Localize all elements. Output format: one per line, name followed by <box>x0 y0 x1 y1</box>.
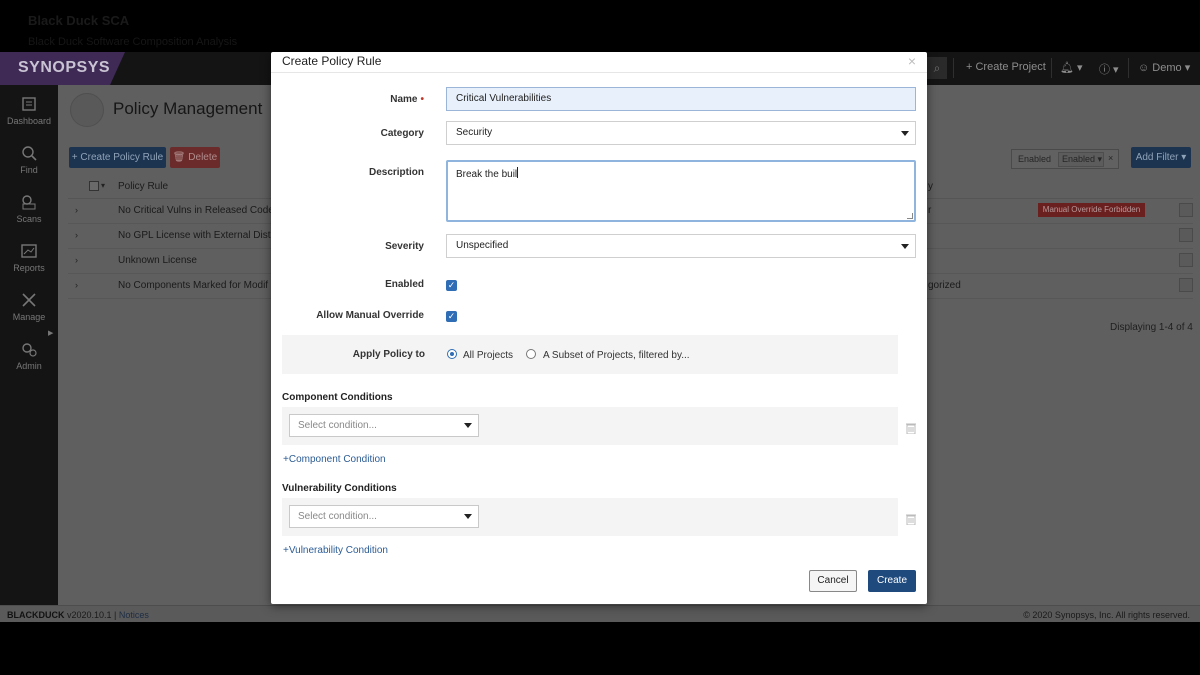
footer: BLACKDUCK v2020.10.1 | Notices © 2020 Sy… <box>0 605 1200 622</box>
caret-down-icon <box>464 514 472 519</box>
page-title: Policy Management <box>113 99 263 118</box>
expand-icon[interactable]: › <box>75 280 78 290</box>
sidebar-item-scans[interactable]: Scans <box>0 193 58 224</box>
archive-icon <box>70 93 104 127</box>
sidebar: Dashboard Find Scans Reports Manage ▶ Ad… <box>0 85 58 622</box>
category-select[interactable]: Security <box>446 121 916 145</box>
sidebar-item-find[interactable]: Find <box>0 144 58 175</box>
column-header-policy-rule[interactable]: Policy Rule <box>118 181 168 192</box>
tools-icon <box>22 293 36 307</box>
row-menu-button[interactable] <box>1179 253 1193 267</box>
expand-icon[interactable]: › <box>75 205 78 215</box>
component-conditions-title: Component Conditions <box>282 392 393 403</box>
divider <box>953 58 954 78</box>
bell-icon[interactable]: 🔔︎ ▾ <box>1060 61 1083 74</box>
sidebar-item-dashboard[interactable]: Dashboard <box>0 95 58 126</box>
severity-label: Severity <box>385 241 424 252</box>
row-menu-button[interactable] <box>1179 278 1193 292</box>
trash-icon[interactable] <box>906 422 916 434</box>
apply-policy-section: Apply Policy to All Projects A Subset of… <box>282 335 898 374</box>
video-subtitle: Black Duck Software Composition Analysis <box>28 36 238 48</box>
component-condition-row: Select condition... <box>282 407 898 445</box>
expand-icon[interactable]: › <box>75 255 78 265</box>
copyright: © 2020 Synopsys, Inc. All rights reserve… <box>1023 610 1190 620</box>
close-icon[interactable]: × <box>908 54 916 68</box>
dashboard-icon <box>22 97 36 111</box>
caret-down-icon <box>464 423 472 428</box>
gears-icon <box>22 343 37 357</box>
subset-projects-label[interactable]: A Subset of Projects, filtered by... <box>543 350 690 361</box>
vulnerability-condition-select[interactable]: Select condition... <box>289 505 479 528</box>
apply-policy-label: Apply Policy to <box>352 349 425 360</box>
footer-brand: BLACKDUCK <box>7 610 65 620</box>
name-field[interactable]: Critical Vulnerabilities <box>446 87 916 111</box>
pagination-summary: Displaying 1-4 of 4 <box>1110 322 1193 333</box>
divider <box>1128 58 1129 78</box>
vulnerability-conditions-title: Vulnerability Conditions <box>282 483 397 494</box>
search-icon <box>22 146 37 161</box>
cancel-button[interactable]: Cancel <box>809 570 857 592</box>
name-label: Name • <box>390 94 424 105</box>
text-cursor <box>517 167 519 178</box>
create-button[interactable]: Create <box>868 570 916 592</box>
chevron-right-icon: ▶ <box>48 330 54 337</box>
enabled-label: Enabled <box>385 279 424 290</box>
all-projects-radio[interactable] <box>447 349 457 359</box>
row-menu-button[interactable] <box>1179 228 1193 242</box>
video-title: Black Duck SCA <box>28 13 130 28</box>
scans-icon <box>22 195 36 210</box>
footer-version: v2020.10.1 | <box>67 610 117 620</box>
resize-handle[interactable] <box>907 213 913 219</box>
add-component-condition-link[interactable]: +Component Condition <box>283 454 386 465</box>
column-header-right: y <box>928 181 933 192</box>
screen-frame: Black Duck SCA Black Duck Software Compo… <box>0 0 1200 675</box>
synopsys-logo[interactable]: SYNOPSYS <box>0 52 125 85</box>
dialog-title: Create Policy Rule <box>282 54 382 68</box>
caret-down-icon <box>901 244 909 249</box>
sidebar-item-admin[interactable]: Admin <box>0 340 58 371</box>
caret-down-icon <box>901 131 909 136</box>
enabled-checkbox[interactable]: ✓ <box>446 280 457 291</box>
category-label: Category <box>380 128 424 139</box>
description-label: Description <box>368 167 424 178</box>
all-projects-label[interactable]: All Projects <box>463 350 513 361</box>
sidebar-item-reports[interactable]: Reports <box>0 242 58 273</box>
create-policy-rule-button[interactable]: + Create Policy Rule <box>69 147 166 168</box>
divider <box>271 72 927 73</box>
reports-icon <box>21 244 37 258</box>
clear-filter-icon[interactable]: × <box>1108 153 1113 163</box>
dialog-header: Create Policy Rule × <box>271 52 927 71</box>
component-condition-select[interactable]: Select condition... <box>289 414 479 437</box>
expand-icon[interactable]: › <box>75 230 78 240</box>
notices-link[interactable]: Notices <box>119 610 149 620</box>
status-badge: Manual Override Forbidden <box>1038 203 1145 217</box>
description-field[interactable]: Break the buil <box>446 160 916 222</box>
create-project-button[interactable]: + Create Project <box>966 61 1046 73</box>
allow-manual-override-checkbox[interactable]: ✓ <box>446 311 457 322</box>
severity-select[interactable]: Unspecified <box>446 234 916 258</box>
row-menu-button[interactable] <box>1179 203 1193 217</box>
enabled-filter[interactable]: Enabled Enabled ▾ × <box>1011 149 1119 169</box>
filter-value-select[interactable]: Enabled ▾ <box>1058 152 1104 167</box>
delete-button[interactable]: 🗑︎ Delete <box>170 147 220 168</box>
create-policy-rule-dialog: Create Policy Rule × Name • Critical Vuln… <box>271 52 927 604</box>
select-all-checkbox[interactable] <box>89 181 99 191</box>
chevron-down-icon[interactable]: ▾ <box>101 181 105 190</box>
sidebar-item-manage[interactable]: Manage <box>0 291 58 322</box>
user-menu[interactable]: ☺ Demo ▾ <box>1138 61 1190 74</box>
allow-manual-override-label: Allow Manual Override <box>316 310 424 321</box>
search-icon[interactable]: ⌕ <box>927 57 947 79</box>
help-icon[interactable]: ⓘ ▾ <box>1099 61 1119 77</box>
add-vulnerability-condition-link[interactable]: +Vulnerability Condition <box>283 545 388 556</box>
divider <box>1051 58 1052 78</box>
add-filter-button[interactable]: Add Filter ▾ <box>1131 147 1191 168</box>
trash-icon[interactable] <box>906 513 916 525</box>
vulnerability-condition-row: Select condition... <box>282 498 898 536</box>
subset-projects-radio[interactable] <box>526 349 536 359</box>
